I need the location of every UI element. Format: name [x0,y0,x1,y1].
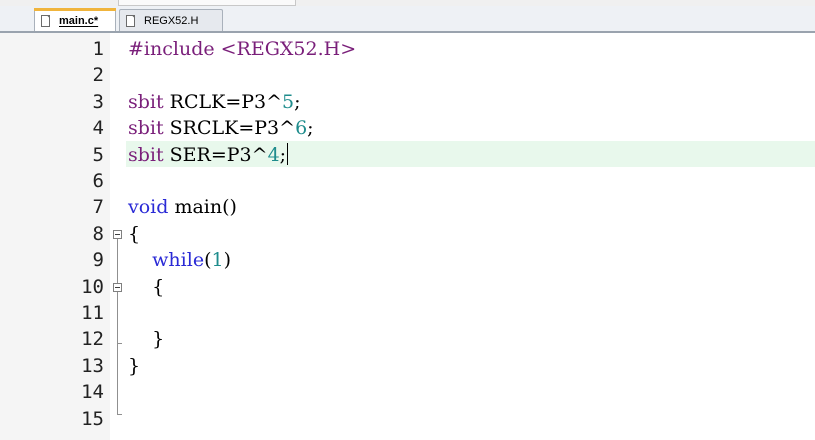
code-line[interactable]: 7 void main() [0,194,815,220]
code-line[interactable]: 12 } [0,326,815,352]
code-token: SER=P3^ [163,143,268,166]
code-token: sbit [128,90,164,113]
fold-guide-line [117,239,118,414]
code-text: sbit SER=P3^4; [128,142,289,167]
code-text: void main() [128,195,237,219]
code-token: SRCLK=P3^ [163,117,296,140]
tab-main-c[interactable]: main.c* [34,8,116,31]
code-token: sbit [128,117,164,140]
fold-end-tick [117,343,122,344]
code-text: while(1) [128,248,231,272]
code-text: sbit RCLK=P3^5; [128,90,301,114]
code-token: void [128,196,169,219]
code-token: ) [223,249,232,272]
file-icon [41,14,50,27]
code-line[interactable]: 2 [0,62,815,88]
code-line[interactable]: 11 [0,300,815,326]
text-cursor [287,142,289,165]
code-line[interactable]: 14 [0,379,815,405]
line-number: 2 [92,64,104,87]
code-line[interactable]: 15 [0,406,815,432]
code-line[interactable]: 1 #include <REGX52.H> [0,36,815,62]
code-text: sbit SRCLK=P3^6; [128,116,314,140]
code-line[interactable]: 10 { [0,274,815,300]
tab-label: REGX52.H [144,14,199,27]
code-text: #include <REGX52.H> [128,37,356,61]
code-token: RCLK=P3^ [163,90,283,113]
code-token: 4 [267,143,280,166]
code-token: { [128,275,165,298]
file-icon [126,14,135,27]
line-number: 1 [92,38,104,60]
line-number: 7 [92,196,104,219]
line-number: 8 [92,222,104,245]
code-token: 1 [211,249,224,272]
code-token: ( [204,249,212,272]
tab-regx52-h[interactable]: REGX52.H [119,9,223,31]
code-token: { [128,222,141,245]
file-tab-bar: main.c* REGX52.H [0,6,815,33]
code-token: ; [279,143,287,166]
code-line[interactable]: 9 while(1) [0,247,815,273]
line-number: 12 [81,328,104,351]
code-line[interactable]: 4 sbit SRCLK=P3^6; [0,115,815,141]
code-token: #include <REGX52.H> [128,38,357,60]
code-text: } [128,354,140,378]
code-line[interactable]: 8{ [0,221,815,247]
code-text: { [128,275,164,299]
line-number: 9 [92,249,104,272]
code-text: { [128,222,140,246]
code-token: ; [294,90,301,113]
code-token: } [128,328,165,351]
code-token: while [152,249,205,272]
code-token: 6 [295,117,308,140]
code-line[interactable]: 13} [0,353,815,379]
line-number: 10 [81,275,104,298]
line-number: 4 [92,117,104,140]
code-text: } [128,327,164,351]
fold-end-tick [117,414,122,415]
line-number: 15 [81,407,104,430]
line-number: 6 [92,170,104,192]
code-line[interactable]: 3 sbit RCLK=P3^5; [0,89,815,115]
tab-label: main.c* [59,14,99,27]
code-token: } [128,354,141,377]
line-number: 11 [81,302,104,324]
code-editor[interactable]: 1 #include <REGX52.H> 2 3 sbit RCLK=P3^5; 4 sb… [0,33,815,440]
line-number: 3 [92,90,104,113]
code-token: 5 [282,90,295,113]
fold-collapse-icon-while[interactable] [113,283,122,292]
code-line[interactable]: 6 [0,168,815,194]
fold-collapse-icon-main[interactable] [113,230,122,239]
line-number: 13 [81,354,104,377]
code-token: main() [168,196,237,219]
line-number: 5 [92,143,104,166]
code-token: ; [307,117,314,140]
active-tab-indicator [34,8,116,11]
code-line[interactable]: 5 sbit SER=P3^4; [0,142,815,168]
line-number: 14 [81,381,104,404]
code-token: sbit [128,143,164,166]
